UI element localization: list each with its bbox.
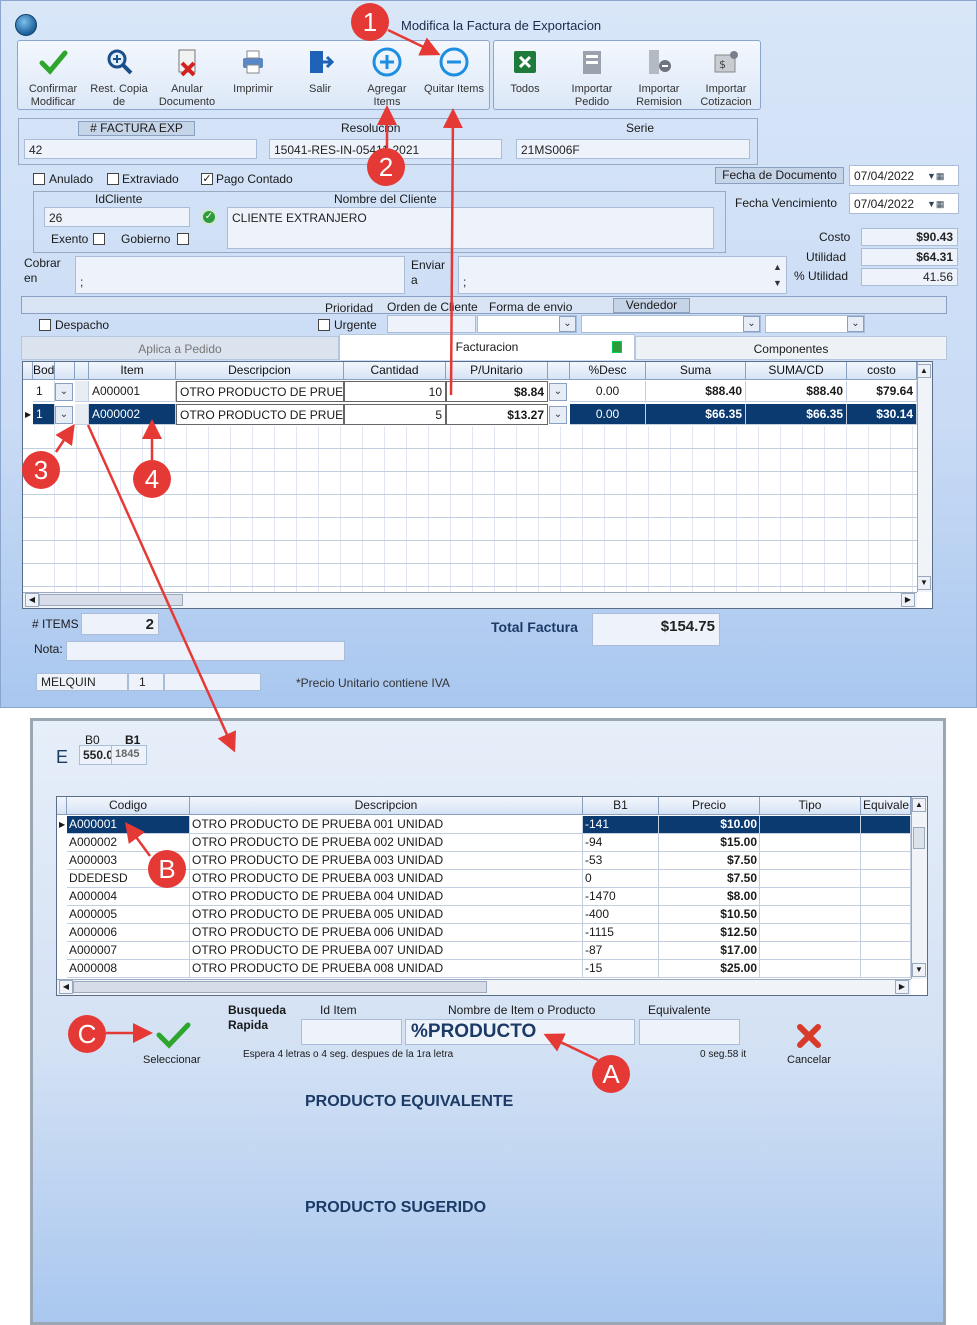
- marker-1: 1: [351, 3, 389, 41]
- marker-2: 2: [367, 148, 405, 186]
- arrow-1-to-remove: [387, 28, 441, 56]
- arrow-3-to-lookup: [54, 423, 75, 453]
- arrow-to-remove-button: [442, 108, 463, 396]
- marker-b: B: [148, 850, 186, 888]
- annotation-arrows: [54, 28, 599, 1062]
- arrow-b-to-code: [125, 821, 152, 857]
- marker-c: C: [68, 1015, 106, 1053]
- marker-3: 3: [22, 451, 60, 489]
- marker-4: 4: [133, 460, 171, 498]
- marker-a: A: [592, 1055, 630, 1093]
- arrow-a-to-name-input: [543, 1033, 599, 1062]
